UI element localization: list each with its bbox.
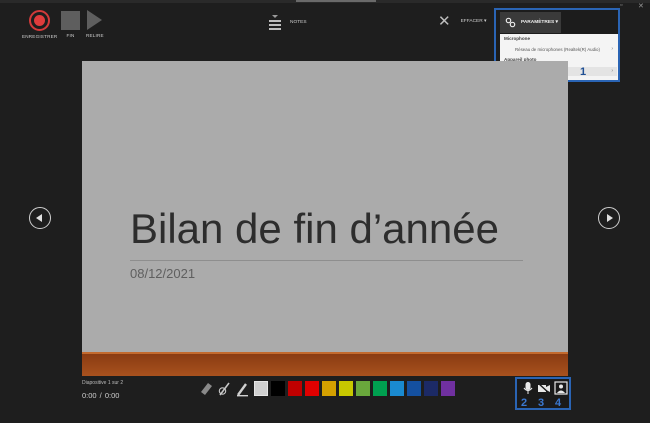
chevron-right-icon: › (611, 46, 613, 52)
color-swatch[interactable] (390, 381, 404, 396)
title-drag-handle[interactable] (296, 0, 376, 2)
notes-label: NOTES (290, 19, 307, 25)
previous-slide-button[interactable] (29, 207, 51, 229)
pen-icon[interactable] (217, 380, 232, 397)
callout-number: 3 (538, 397, 545, 409)
slide-footer-band (82, 352, 568, 376)
top-strip (0, 0, 650, 3)
microphone-icon[interactable] (521, 381, 535, 395)
color-swatch[interactable] (305, 381, 319, 396)
slide-counter: Diapositive 1 sur 2 (82, 380, 124, 386)
stop-button[interactable]: FIN (61, 10, 80, 38)
color-swatch[interactable] (288, 381, 302, 396)
color-swatch[interactable] (407, 381, 421, 396)
notes-icon (269, 15, 281, 30)
callout-number: 4 (555, 397, 562, 409)
color-swatch[interactable] (424, 381, 438, 396)
eraser-icon[interactable] (199, 380, 214, 397)
settings-label: PARAMÈTRES ▾ (521, 20, 558, 25)
microphone-device-label: Réseau de microphones (Realtek(R) Audio) (515, 47, 600, 52)
next-slide-button[interactable] (598, 207, 620, 229)
color-swatch[interactable] (271, 381, 285, 396)
color-swatch[interactable] (339, 381, 353, 396)
clear-label: EFFACER ▾ (460, 19, 487, 24)
microphone-device-item[interactable]: Réseau de microphones (Realtek(R) Audio)… (501, 45, 617, 54)
camera-preview-icon[interactable] (554, 381, 568, 395)
pen-tools (199, 380, 250, 397)
clear-button[interactable]: ✕ EFFACER ▾ (438, 14, 486, 29)
stop-label: FIN (66, 33, 75, 38)
camera-icon[interactable] (537, 381, 551, 395)
color-palette (254, 381, 455, 396)
slide-title: Bilan de fin d’année (130, 205, 499, 252)
record-button[interactable]: ENREGISTRER (22, 10, 57, 39)
color-swatch[interactable] (356, 381, 370, 396)
recording-timer: 0:00 / 0:00 (82, 391, 120, 400)
record-icon (29, 10, 51, 31)
notes-button[interactable]: NOTES (268, 14, 307, 30)
media-controls-panel: 2 3 4 (515, 377, 571, 410)
replay-button[interactable]: RELIRE (86, 10, 104, 38)
settings-icon (505, 17, 516, 28)
color-swatch[interactable] (254, 381, 268, 396)
slide-date: 08/12/2021 (130, 266, 196, 281)
play-icon (87, 10, 103, 30)
highlighter-icon[interactable] (235, 380, 250, 397)
microphone-heading: Microphone (504, 36, 531, 41)
record-label: ENREGISTRER (22, 34, 58, 39)
color-swatch[interactable] (322, 381, 336, 396)
title-divider (130, 260, 523, 261)
callout-number: 1 (580, 66, 587, 78)
clear-icon: ✕ (438, 13, 451, 30)
chevron-right-icon: › (611, 68, 613, 74)
settings-button[interactable]: PARAMÈTRES ▾ (500, 12, 561, 33)
slide-preview: Bilan de fin d’année 08/12/2021 (82, 61, 568, 376)
replay-label: RELIRE (86, 33, 104, 38)
minimize-icon[interactable]: ▫ (620, 2, 622, 9)
close-icon[interactable]: ✕ (638, 2, 644, 10)
color-swatch[interactable] (373, 381, 387, 396)
color-swatch[interactable] (441, 381, 455, 396)
stop-icon (61, 11, 80, 30)
callout-number: 2 (521, 397, 528, 409)
